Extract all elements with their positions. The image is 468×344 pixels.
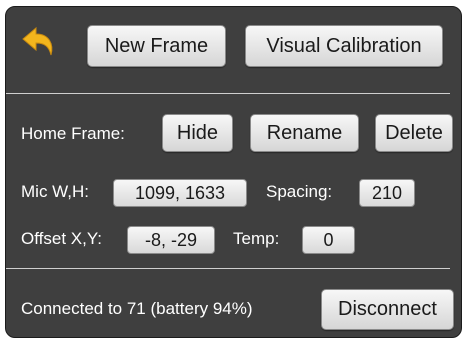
back-arrow-icon[interactable] [20,22,60,62]
spacing-label: Spacing: [266,182,333,201]
visual-calibration-button[interactable]: Visual Calibration [245,25,443,67]
mic-wh-field[interactable]: 1099, 1633 [113,179,247,207]
hide-button[interactable]: Hide [162,114,233,152]
disconnect-button[interactable]: Disconnect [321,289,454,330]
spacing-field[interactable]: 210 [359,179,415,207]
offset-xy-field[interactable]: -8, -29 [127,226,215,254]
rename-button[interactable]: Rename [250,114,359,152]
offset-xy-label: Offset X,Y: [21,229,102,248]
new-frame-button[interactable]: New Frame [87,25,226,67]
mic-wh-label: Mic W,H: [21,182,89,201]
temp-field[interactable]: 0 [302,226,355,254]
connection-status: Connected to 71 (battery 94%) [21,299,253,318]
home-frame-label: Home Frame: [21,124,125,143]
divider-top [6,93,450,94]
divider-bottom [6,268,450,269]
temp-label: Temp: [233,229,280,248]
delete-button[interactable]: Delete [375,114,453,152]
